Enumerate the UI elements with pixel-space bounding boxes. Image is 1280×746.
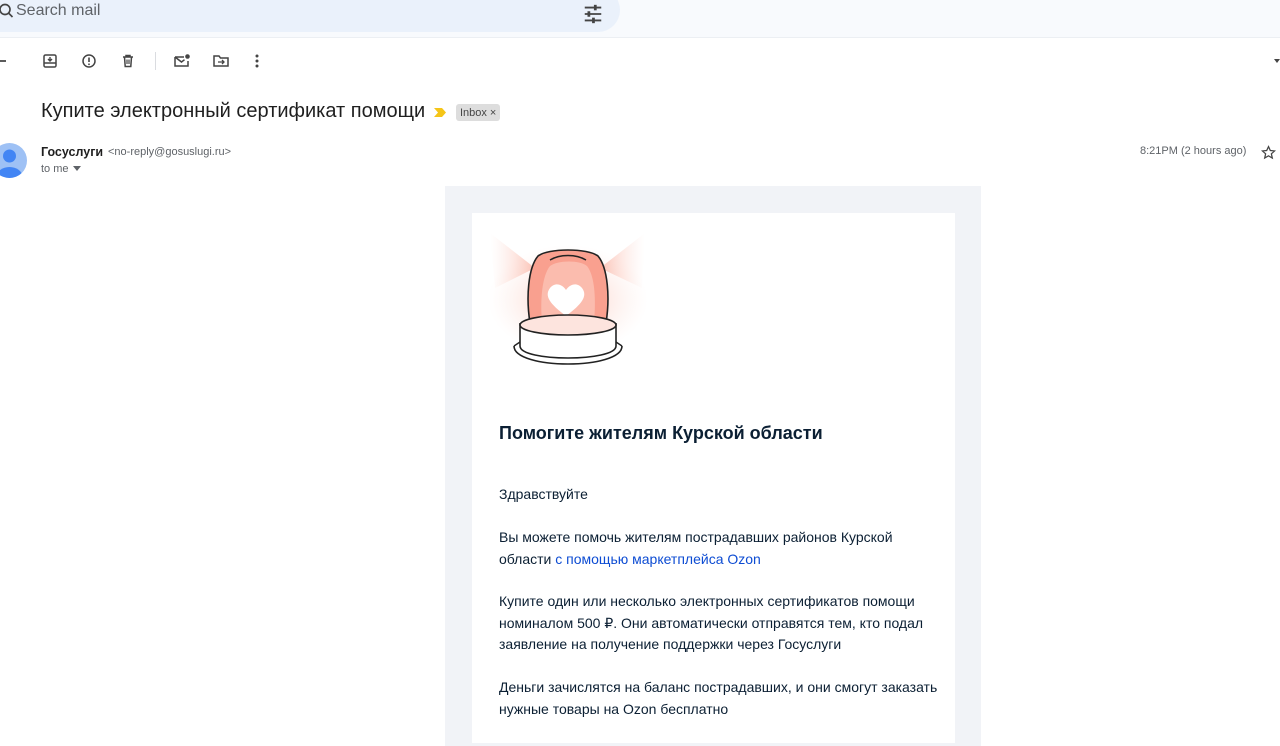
email-timestamp: 8:21PM (2 hours ago) [1140, 145, 1247, 157]
report-spam-icon [82, 54, 96, 68]
sender-name: Госуслуги [41, 145, 104, 159]
message-toolbar [0, 44, 1280, 78]
archive-button[interactable] [39, 50, 61, 72]
back-arrow-icon [0, 60, 6, 62]
mark-unread-icon [174, 54, 190, 67]
email-subject: Купите электронный сертификат помощи [41, 100, 426, 122]
sender-email: <no-reply@gosuslugi.ru> [108, 146, 232, 158]
inbox-label-text: Inbox [460, 106, 487, 119]
sender-avatar [0, 143, 27, 178]
recipient-text: to me [41, 163, 69, 175]
expand-button[interactable] [1266, 50, 1280, 72]
important-marker-icon[interactable] [433, 107, 447, 118]
delete-button[interactable] [117, 50, 139, 72]
report-spam-button[interactable] [78, 50, 100, 72]
paragraph-balance: Деньги зачислятся на баланс пострадавших… [499, 679, 938, 717]
back-button[interactable] [0, 50, 10, 72]
star-icon[interactable] [1261, 145, 1276, 160]
move-to-button[interactable] [210, 50, 232, 72]
search-bar[interactable]: Search mail [0, 0, 620, 32]
more-vert-icon [255, 54, 259, 68]
ozon-marketplace-link[interactable]: с помощью маркетплейса Ozon [555, 551, 761, 567]
recipient-details[interactable]: to me [41, 163, 81, 175]
paragraph-help: Вы можете помочь жителям пострадавших ра… [499, 527, 939, 570]
email-heading: Помогите жителям Курской области [499, 423, 823, 443]
move-to-folder-icon [213, 55, 229, 67]
chevron-down-icon [1274, 59, 1280, 63]
search-input[interactable]: Search mail [16, 2, 100, 20]
paragraph-certificates: Купите один или несколько электронных се… [499, 593, 924, 652]
siren-heart-illustration [490, 233, 648, 365]
toolbar-divider [155, 52, 156, 70]
trash-icon [123, 54, 133, 68]
more-options-button[interactable] [246, 50, 268, 72]
mark-unread-button[interactable] [171, 50, 193, 72]
inbox-label[interactable]: Inbox × [456, 104, 501, 121]
person-icon [0, 149, 23, 178]
caret-down-icon [72, 166, 81, 171]
remove-label-icon[interactable]: × [490, 107, 496, 119]
greeting-text: Здравствуйте [499, 486, 588, 502]
top-bar: Search mail [0, 0, 1280, 38]
archive-icon [43, 54, 57, 68]
search-options-icon[interactable] [582, 3, 604, 25]
